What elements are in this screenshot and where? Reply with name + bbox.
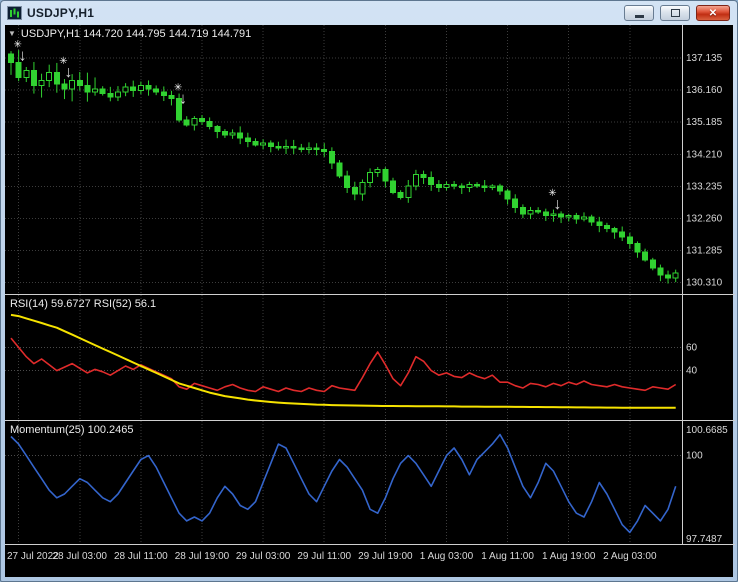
momentum-axis-label: 97.7487 bbox=[686, 534, 723, 545]
price-axis-label: 134.210 bbox=[686, 149, 723, 160]
price-axis-label: 137.135 bbox=[686, 53, 723, 64]
time-axis-label: 28 Jul 19:00 bbox=[175, 551, 230, 562]
price-axis-label: 130.310 bbox=[686, 278, 723, 289]
panel-separators bbox=[5, 25, 735, 545]
maximize-icon bbox=[670, 9, 680, 17]
maximize-button[interactable] bbox=[660, 5, 690, 21]
window-controls: ✕ bbox=[624, 5, 731, 21]
price-axis-label: 132.260 bbox=[686, 214, 723, 225]
momentum-axis-label: 100.6685 bbox=[686, 425, 728, 436]
chart-dropdown-icon[interactable]: ▼ bbox=[8, 28, 16, 40]
rsi-indicator-label: RSI(14) 59.6727 RSI(52) 56.1 bbox=[10, 298, 157, 310]
momentum-line-Momentum(25) bbox=[10, 433, 677, 534]
price-axis-label: 133.235 bbox=[686, 181, 723, 192]
minimize-icon bbox=[634, 15, 644, 18]
time-axis-label: 29 Jul 03:00 bbox=[236, 551, 291, 562]
close-icon: ✕ bbox=[708, 7, 718, 19]
time-axis-label: 1 Aug 03:00 bbox=[420, 551, 474, 562]
rsi-line-RSI(14) bbox=[10, 337, 677, 393]
minimize-button[interactable] bbox=[624, 5, 654, 21]
chart-area[interactable]: ✳ ↓ ✳ ↓ ✳ ↓ ✳ ↓ 137.135 136.160 135.185 134.210 133.… bbox=[5, 25, 735, 577]
window-title: USDJPY,H1 bbox=[27, 6, 95, 20]
rsi-axis-label: 40 bbox=[686, 366, 698, 377]
sell-arrow-icon: ↓ bbox=[64, 64, 72, 81]
close-button[interactable]: ✕ bbox=[696, 5, 730, 21]
momentum-axis-label: 100 bbox=[686, 451, 703, 462]
time-axis-label: 29 Jul 19:00 bbox=[358, 551, 413, 562]
price-axis[interactable]: 137.135 136.160 135.185 134.210 133.235 132.2… bbox=[686, 53, 728, 545]
time-axis-label: 1 Aug 19:00 bbox=[542, 551, 596, 562]
price-axis-label: 135.185 bbox=[686, 117, 723, 128]
symbol-ohlc-text: USDJPY,H1 144.720 144.795 144.719 144.79… bbox=[20, 28, 252, 40]
chart-grid bbox=[5, 25, 683, 545]
price-axis-label: 136.160 bbox=[686, 85, 723, 96]
time-axis-label: 1 Aug 11:00 bbox=[481, 551, 534, 562]
rsi-axis-label: 60 bbox=[686, 342, 698, 353]
sell-arrow-icon: ↓ bbox=[553, 196, 561, 213]
time-axis-label: 2 Aug 03:00 bbox=[603, 551, 657, 562]
candles bbox=[8, 50, 679, 284]
time-axis-label: 28 Jul 11:00 bbox=[114, 551, 168, 562]
titlebar[interactable]: USDJPY,H1 ✕ bbox=[1, 1, 737, 25]
time-axis-label: 28 Jul 03:00 bbox=[53, 551, 108, 562]
symbol-ohlc-label: ▼ USDJPY,H1 144.720 144.795 144.719 144.… bbox=[8, 28, 251, 40]
sell-arrow-icon: ↓ bbox=[179, 90, 187, 107]
price-axis-label: 131.285 bbox=[686, 246, 723, 257]
rsi-line-RSI(52) bbox=[10, 313, 676, 409]
sell-arrow-icon: ↓ bbox=[19, 48, 27, 65]
time-axis-label: 27 Jul 2022 bbox=[7, 551, 59, 562]
chart-window: USDJPY,H1 ✕ ✳ ↓ ✳ ↓ ✳ ↓ ✳ ↓ 137.135 136.160 135.18… bbox=[0, 0, 738, 582]
app-icon bbox=[7, 6, 22, 20]
momentum-indicator-label: Momentum(25) 100.2465 bbox=[10, 424, 134, 436]
time-axis[interactable]: 27 Jul 202228 Jul 03:00 28 Jul 11:00 28 Ju… bbox=[7, 551, 657, 562]
time-axis-label: 29 Jul 11:00 bbox=[297, 551, 351, 562]
